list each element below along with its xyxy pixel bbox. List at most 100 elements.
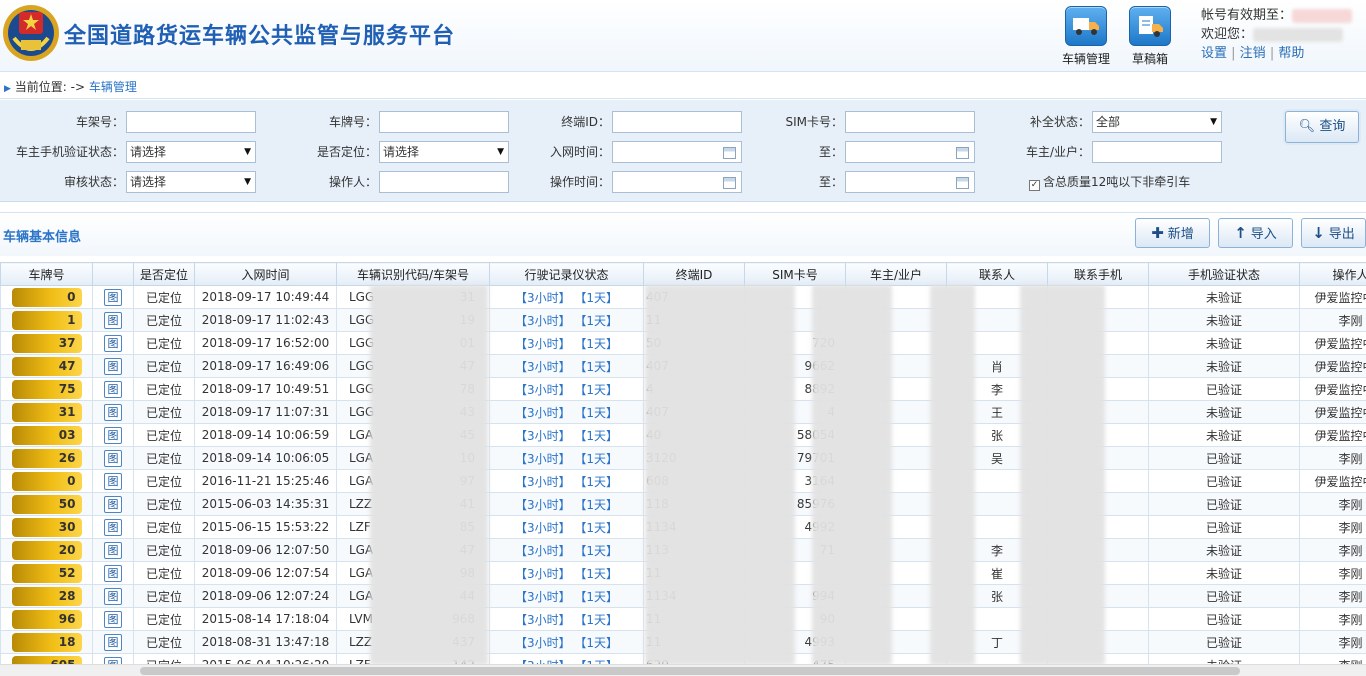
recorder-3h-link[interactable]: 【3小时】 (515, 475, 571, 489)
plate-badge[interactable]: 30 (11, 517, 82, 537)
map-icon[interactable]: 图 (104, 541, 122, 559)
table-row[interactable]: 26 图已定位 2018-09-14 10:06:05 LGA 10 【3小时】 【1天】… (0, 446, 1366, 470)
plate-badge[interactable]: 18 (11, 632, 82, 652)
recorder-3h-link[interactable]: 【3小时】 (515, 567, 571, 581)
recorder-1d-link[interactable]: 【1天】 (574, 590, 618, 604)
terminal-id-input[interactable] (612, 111, 742, 133)
plate-badge[interactable]: 0 (11, 287, 82, 307)
sim-number-input[interactable] (845, 111, 975, 133)
recorder-3h-link[interactable]: 【3小时】 (515, 590, 571, 604)
located-select[interactable]: 请选择 (379, 141, 509, 163)
map-icon[interactable]: 图 (104, 564, 122, 582)
col-header-phone[interactable]: 联系手机 (1047, 262, 1149, 286)
recorder-1d-link[interactable]: 【1天】 (574, 406, 618, 420)
recorder-1d-link[interactable]: 【1天】 (574, 475, 618, 489)
net-time-end-input[interactable] (845, 141, 975, 163)
table-row[interactable]: 28 图已定位 2018-09-06 12:07:24 LGA 44 【3小时】 【1天】… (0, 584, 1366, 608)
map-icon[interactable]: 图 (104, 610, 122, 628)
table-row[interactable]: 03 图已定位 2018-09-14 10:06:59 LGA 45 【3小时】 【1天】… (0, 423, 1366, 447)
map-icon[interactable]: 图 (104, 380, 122, 398)
map-icon[interactable]: 图 (104, 518, 122, 536)
plate-badge[interactable]: 47 (11, 356, 82, 376)
breadcrumb-current[interactable]: 车辆管理 (89, 80, 137, 94)
recorder-3h-link[interactable]: 【3小时】 (515, 452, 571, 466)
table-row[interactable]: 31 图已定位 2018-09-17 11:07:31 LGG 43 【3小时】 【1天】… (0, 400, 1366, 424)
operator-input[interactable] (379, 171, 509, 193)
query-button[interactable]: 🔍︎ 查询 (1285, 111, 1359, 143)
recorder-3h-link[interactable]: 【3小时】 (515, 498, 571, 512)
table-row[interactable]: 1 图已定位 2018-09-17 11:02:43 LGG 19 【3小时】 【1天】 1… (0, 308, 1366, 332)
recorder-1d-link[interactable]: 【1天】 (574, 452, 618, 466)
recorder-1d-link[interactable]: 【1天】 (574, 636, 618, 650)
map-icon[interactable]: 图 (104, 357, 122, 375)
map-icon[interactable]: 图 (104, 495, 122, 513)
plate-badge[interactable]: 96 (11, 609, 82, 629)
map-icon[interactable]: 图 (104, 403, 122, 421)
plate-badge[interactable]: 03 (11, 425, 82, 445)
recorder-1d-link[interactable]: 【1天】 (574, 521, 618, 535)
plate-badge[interactable]: 31 (11, 402, 82, 422)
recorder-1d-link[interactable]: 【1天】 (574, 544, 618, 558)
recorder-1d-link[interactable]: 【1天】 (574, 429, 618, 443)
logout-link[interactable]: 注销 (1240, 46, 1266, 61)
recorder-3h-link[interactable]: 【3小时】 (515, 406, 571, 420)
col-header-contact[interactable]: 联系人 (946, 262, 1048, 286)
map-icon[interactable]: 图 (104, 334, 122, 352)
recorder-3h-link[interactable]: 【3小时】 (515, 521, 571, 535)
audit-status-select[interactable]: 请选择 (126, 171, 256, 193)
plate-badge[interactable]: 28 (11, 586, 82, 606)
map-icon[interactable]: 图 (104, 426, 122, 444)
plate-badge[interactable]: 0 (11, 471, 82, 491)
recorder-3h-link[interactable]: 【3小时】 (515, 337, 571, 351)
col-header-located[interactable]: 是否定位 (133, 262, 195, 286)
add-button[interactable]: ✚ 新增 (1135, 218, 1210, 248)
recorder-1d-link[interactable]: 【1天】 (574, 567, 618, 581)
map-icon[interactable]: 图 (104, 288, 122, 306)
phone-verify-select[interactable]: 请选择 (126, 141, 256, 163)
frame-number-input[interactable] (126, 111, 256, 133)
map-icon[interactable]: 图 (104, 449, 122, 467)
plate-badge[interactable]: 1 (11, 310, 82, 330)
map-icon[interactable]: 图 (104, 311, 122, 329)
recorder-3h-link[interactable]: 【3小时】 (515, 613, 571, 627)
recorder-3h-link[interactable]: 【3小时】 (515, 360, 571, 374)
supplement-status-select[interactable]: 全部 (1092, 111, 1222, 133)
plate-badge[interactable]: 52 (11, 563, 82, 583)
op-time-start-input[interactable] (612, 171, 742, 193)
recorder-3h-link[interactable]: 【3小时】 (515, 544, 571, 558)
table-row[interactable]: 96 图已定位 2015-08-14 17:18:04 LVM 968 【3小时】 【1天… (0, 607, 1366, 631)
table-row[interactable]: 0 图已定位 2016-11-21 15:25:46 LGA 97 【3小时】 【1天】 6… (0, 469, 1366, 493)
net-time-start-input[interactable] (612, 141, 742, 163)
import-button[interactable]: ↑ 导入 (1218, 218, 1293, 248)
settings-link[interactable]: 设置 (1201, 46, 1227, 61)
col-header-owner[interactable]: 车主/业户 (845, 262, 947, 286)
plate-badge[interactable]: 50 (11, 494, 82, 514)
recorder-3h-link[interactable]: 【3小时】 (515, 314, 571, 328)
light-vehicle-checkbox[interactable]: ✓ 含总质量12吨以下非牵引车 (1029, 174, 1190, 191)
map-icon[interactable]: 图 (104, 633, 122, 651)
horizontal-scrollbar[interactable] (0, 664, 1366, 676)
col-header-plate[interactable]: 车牌号 (0, 262, 93, 286)
op-time-end-input[interactable] (845, 171, 975, 193)
col-header-recorder[interactable]: 行驶记录仪状态 (489, 262, 644, 286)
col-header-operator[interactable]: 操作人 (1299, 262, 1366, 286)
plate-number-input[interactable] (379, 111, 509, 133)
plate-badge[interactable]: 75 (11, 379, 82, 399)
col-header-net-time[interactable]: 入网时间 (194, 262, 337, 286)
help-link[interactable]: 帮助 (1278, 46, 1304, 61)
table-row[interactable]: 52 图已定位 2018-09-06 12:07:54 LGA 98 【3小时】 【1天】… (0, 561, 1366, 585)
recorder-1d-link[interactable]: 【1天】 (574, 498, 618, 512)
plate-badge[interactable]: 20 (11, 540, 82, 560)
recorder-1d-link[interactable]: 【1天】 (574, 383, 618, 397)
owner-input[interactable] (1092, 141, 1222, 163)
table-row[interactable]: 18 图已定位 2018-08-31 13:47:18 LZZ 437 【3小时】 【1天… (0, 630, 1366, 654)
table-row[interactable]: 30 图已定位 2015-06-15 15:53:22 LZF 85 【3小时】 【1天】… (0, 515, 1366, 539)
drafts-button[interactable]: 草稿箱 (1122, 6, 1178, 66)
map-icon[interactable]: 图 (104, 587, 122, 605)
table-row[interactable]: 37 图已定位 2018-09-17 16:52:00 LGG 01 【3小时】 【1天】… (0, 331, 1366, 355)
table-row[interactable]: 20 图已定位 2018-09-06 12:07:50 LGA 47 【3小时】 【1天】… (0, 538, 1366, 562)
vehicle-management-button[interactable]: 车辆管理 (1058, 6, 1114, 66)
recorder-3h-link[interactable]: 【3小时】 (515, 291, 571, 305)
recorder-1d-link[interactable]: 【1天】 (574, 291, 618, 305)
table-row[interactable]: 50 图已定位 2015-06-03 14:35:31 LZZ 41 【3小时】 【1天】… (0, 492, 1366, 516)
